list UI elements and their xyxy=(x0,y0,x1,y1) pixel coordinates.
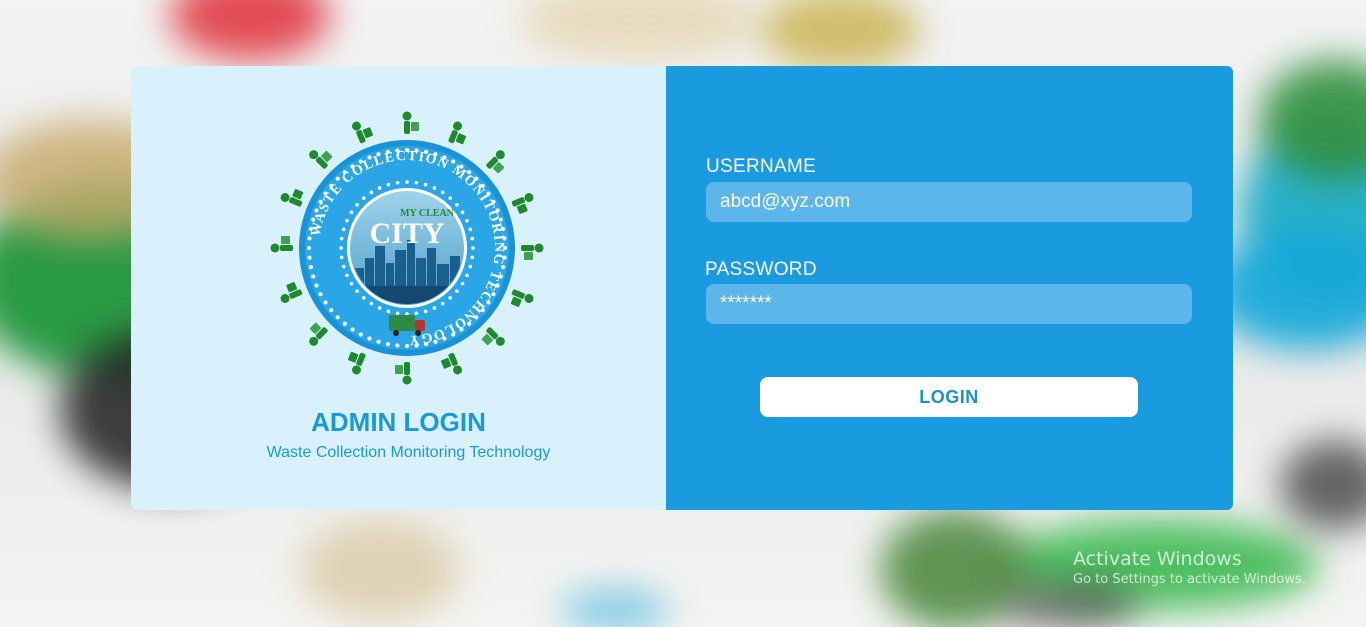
my-clean-city-logo: MY CLEAN CITY WASTE COLLECTION MONITORIN… xyxy=(267,108,547,388)
branding-panel: MY CLEAN CITY WASTE COLLECTION MONITORIN… xyxy=(131,66,666,510)
worker-figure-icon xyxy=(280,281,303,304)
worker-figure-icon xyxy=(348,351,366,375)
admin-login-title: ADMIN LOGIN xyxy=(311,407,486,437)
worker-figure-icon xyxy=(510,289,534,307)
watermark-subtitle: Go to Settings to activate Windows. xyxy=(1073,572,1306,587)
worker-figure-icon xyxy=(351,121,374,144)
worker-figure-icon xyxy=(270,236,293,253)
username-input[interactable] xyxy=(706,182,1192,222)
worker-figure-icon xyxy=(511,192,534,215)
worker-figure-icon xyxy=(481,327,505,346)
worker-figure-icon xyxy=(309,322,328,346)
worker-figure-icon xyxy=(280,189,304,207)
login-card: MY CLEAN CITY WASTE COLLECTION MONITORIN… xyxy=(131,66,1233,510)
worker-figure-icon xyxy=(309,150,333,169)
worker-figure-icon xyxy=(521,243,544,260)
logo-main-text: CITY xyxy=(369,217,444,250)
worker-figure-icon xyxy=(486,150,505,174)
activate-windows-watermark: Activate Windows Go to Settings to activ… xyxy=(1073,548,1306,587)
worker-figure-icon xyxy=(440,352,463,375)
password-input[interactable] xyxy=(706,284,1192,324)
watermark-title: Activate Windows xyxy=(1073,548,1242,570)
worker-figure-icon xyxy=(395,362,412,385)
admin-login-subtitle: Waste Collection Monitoring Technology xyxy=(266,444,551,461)
password-label: PASSWORD xyxy=(705,259,817,280)
worker-figure-icon xyxy=(448,121,466,145)
username-label: USERNAME xyxy=(706,156,817,177)
worker-figure-icon xyxy=(402,111,419,134)
login-form: USERNAME PASSWORD LOGIN xyxy=(666,66,1233,510)
login-button[interactable]: LOGIN xyxy=(760,377,1138,417)
